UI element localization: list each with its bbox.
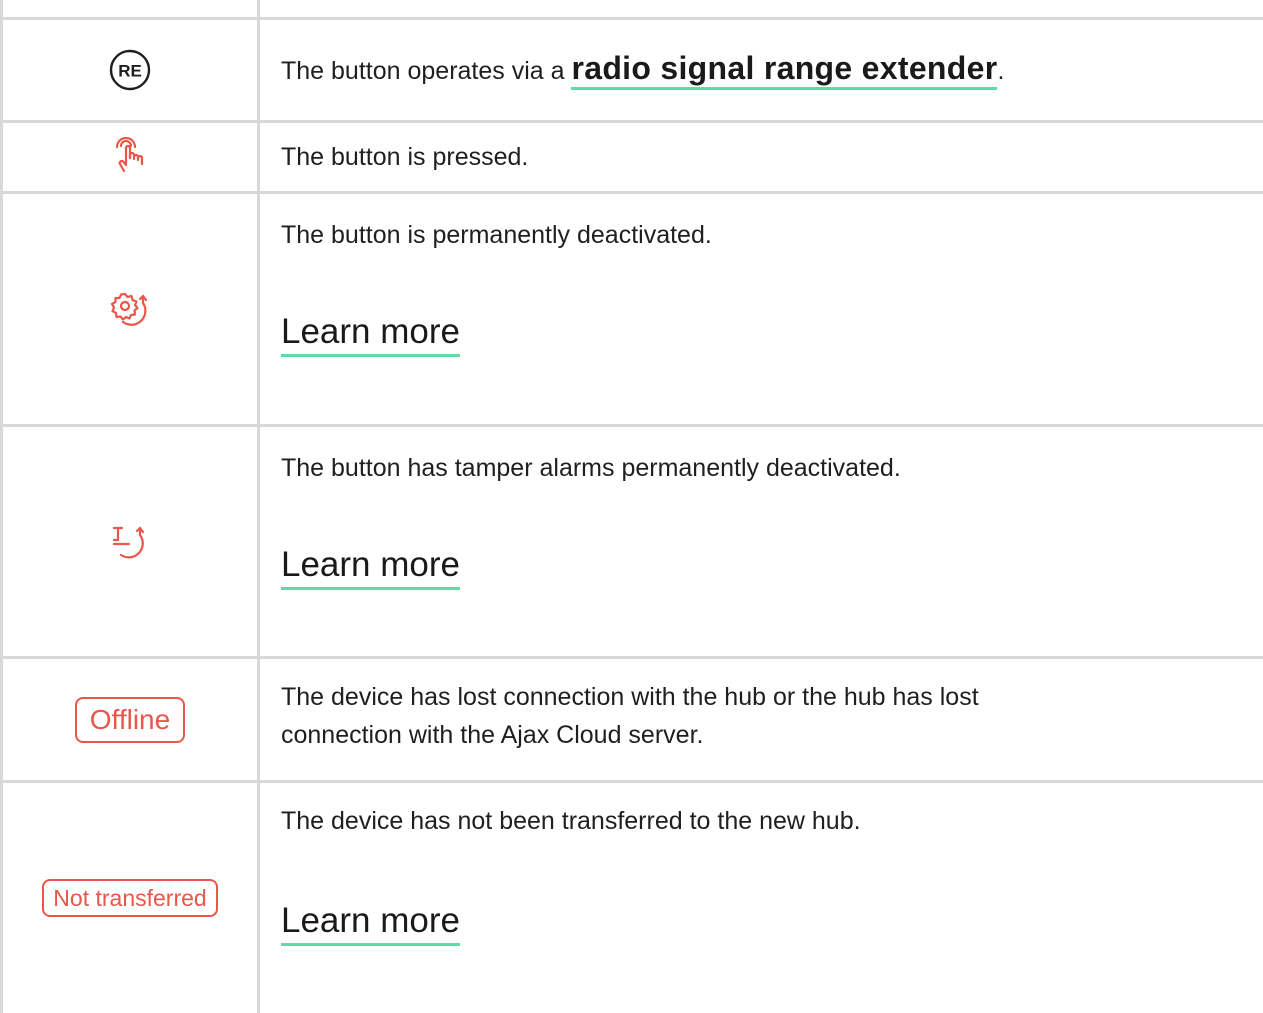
- range-extender-icon: RE: [108, 48, 152, 92]
- icon-cell: [3, 427, 257, 656]
- icon-cell: [3, 194, 257, 424]
- not-transferred-badge: Not transferred: [42, 879, 218, 917]
- description-text: The button operates via a radio signal r…: [281, 49, 1004, 90]
- description-text: The button has tamper alarms permanently…: [281, 454, 901, 482]
- description-text: The button is pressed.: [281, 143, 529, 171]
- description-text-before: The button operates via a: [281, 57, 572, 85]
- description-text: The device has not been transferred to t…: [281, 807, 861, 835]
- finger-press-icon: [111, 137, 149, 177]
- table-row: RE The button operates via a radio signa…: [0, 20, 1263, 120]
- table-row: Not transferred The device has not been …: [0, 783, 1263, 1013]
- description-text-after: .: [997, 57, 1005, 85]
- icon-cell: Not transferred: [3, 783, 257, 1013]
- gear-deactivated-icon: [107, 287, 153, 331]
- description-text: The button is permanently deactivated.: [281, 221, 712, 249]
- table-row: The button is pressed.: [0, 123, 1263, 191]
- table-row: Offline The device has lost connection w…: [0, 659, 1263, 780]
- learn-more-link[interactable]: Learn more: [281, 545, 460, 590]
- description-cell: The button is pressed.: [281, 123, 1243, 191]
- range-extender-icon-label: RE: [118, 62, 142, 81]
- description-cell: The button operates via a radio signal r…: [281, 20, 1243, 120]
- learn-more-link[interactable]: Learn more: [281, 312, 460, 357]
- offline-badge: Offline: [74, 696, 186, 743]
- table-row: The button is permanently deactivated. L…: [0, 194, 1263, 424]
- table-row: The button has tamper alarms permanently…: [0, 427, 1263, 656]
- description-text-line-1: The device has lost connection with the …: [281, 683, 979, 711]
- icon-cell: Offline: [3, 659, 257, 780]
- description-cell: The button has tamper alarms permanently…: [281, 427, 1243, 656]
- range-extender-link[interactable]: radio signal range extender: [571, 50, 998, 90]
- icon-cell: [3, 123, 257, 191]
- description-cell: The device has not been transferred to t…: [281, 783, 1243, 1013]
- tamper-deactivated-icon: [107, 520, 153, 564]
- learn-more-link[interactable]: Learn more: [281, 901, 460, 946]
- icon-cell: RE: [3, 20, 257, 120]
- description-text-line-2: connection with the Ajax Cloud server.: [281, 721, 704, 749]
- description-cell: The button is permanently deactivated. L…: [281, 194, 1243, 424]
- description-cell: The device has lost connection with the …: [281, 659, 1243, 780]
